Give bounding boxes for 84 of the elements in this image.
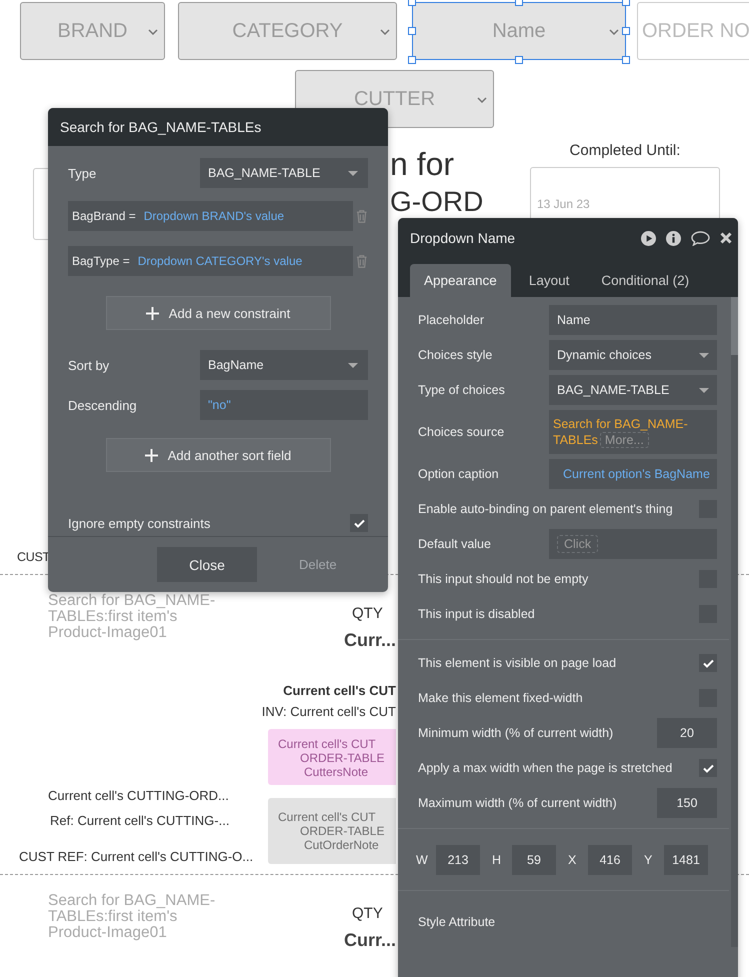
property-label: Apply a max width when the page is stretched: [418, 761, 672, 775]
page-heading: G-ORD: [390, 186, 484, 218]
chevron-icon: [148, 29, 158, 35]
note-box: Current cell's CUT ORDER-TABLE CuttersNote: [268, 729, 396, 785]
sort-select[interactable]: BagName: [200, 350, 368, 380]
field-label: Sort by: [68, 358, 110, 372]
placeholder-field[interactable]: Name: [549, 305, 717, 335]
order-number-field[interactable]: ORDER NO: [637, 2, 749, 60]
check-icon: [702, 658, 714, 668]
play-icon[interactable]: [641, 230, 656, 246]
dimension-field[interactable]: 1481: [664, 845, 708, 875]
property-label: Make this element fixed-width: [418, 691, 583, 705]
property-label: Choices style: [418, 348, 492, 362]
chevron-icon: [380, 29, 390, 35]
plus-icon: [146, 306, 159, 320]
property-label: Maximum width (% of current width): [418, 796, 617, 810]
checkbox-label: Ignore empty constraints: [68, 516, 210, 530]
scrollbar-thumb[interactable]: [731, 297, 738, 355]
caret-icon: [348, 362, 358, 368]
chevron-icon: [477, 97, 487, 103]
field-label: Descending: [68, 398, 137, 412]
info-icon[interactable]: [666, 230, 681, 246]
dimension-label: W: [416, 853, 429, 867]
dimension-label: X: [568, 853, 578, 867]
number-field[interactable]: 150: [657, 788, 717, 818]
type-select[interactable]: BAG_NAME-TABLE: [200, 158, 368, 188]
caret-icon: [699, 352, 709, 358]
property-label: This input is disabled: [418, 607, 535, 621]
quantity-label: QTY: [352, 605, 383, 622]
property-label: This input should not be empty: [418, 572, 588, 586]
customer-label: CUST: [17, 550, 50, 564]
section-heading: Style Attribute: [418, 915, 496, 929]
dimension-field[interactable]: 416: [588, 845, 632, 875]
caret-icon: [699, 388, 709, 392]
quantity-value: Curr...: [344, 630, 396, 651]
close-icon[interactable]: [720, 232, 732, 244]
checkbox[interactable]: [699, 654, 717, 672]
property-label: Type of choices: [418, 383, 505, 397]
field-label: Completed Until:: [568, 142, 682, 159]
quantity-label: QTY: [352, 905, 383, 922]
customer-reference-text: CUST REF: Current cell's CUTTING-O...: [19, 849, 254, 864]
caret-icon: [348, 170, 358, 176]
expression-field[interactable]: Search for BAG_NAME-TABLEs More...: [549, 410, 717, 454]
add-constraint-button[interactable]: Add a new constraint: [106, 296, 330, 330]
dimension-field[interactable]: 213: [436, 845, 480, 875]
comment-icon[interactable]: [691, 230, 710, 246]
chevron-icon: [609, 29, 619, 35]
select-field[interactable]: Dynamic choices: [549, 340, 717, 370]
quantity-value: Curr...: [344, 930, 396, 951]
constraint-field[interactable]: BagBrand = Dropdown BRAND's value: [68, 201, 354, 231]
property-label: Option caption: [418, 467, 499, 481]
property-label: Enable auto-binding on parent element's thing: [418, 502, 673, 516]
property-label: Minimum width (% of current width): [418, 726, 614, 740]
check-icon: [354, 518, 364, 528]
tab[interactable]: Layout: [514, 264, 584, 297]
number-field[interactable]: 20: [657, 718, 717, 748]
field-label: Type: [68, 166, 96, 180]
constraint-field[interactable]: BagType = Dropdown CATEGORY's value: [68, 246, 354, 276]
plus-icon: [144, 448, 158, 462]
image-placeholder-text: Search for BAG_NAME-TABLEs:first item's Product-Image01: [48, 593, 216, 641]
property-label: Placeholder: [418, 313, 484, 327]
panel-title: Search for BAG_NAME-TABLEs: [60, 119, 262, 135]
page-heading: n for: [390, 146, 454, 183]
dimension-label: Y: [644, 853, 654, 867]
select-field[interactable]: BAG_NAME-TABLE: [549, 375, 717, 405]
property-label: This element is visible on page load: [418, 656, 616, 670]
dimension-label: H: [492, 853, 502, 867]
note-box: Current cell's CUT ORDER-TABLE CutOrderNote: [268, 798, 396, 864]
checkbox[interactable]: [699, 759, 717, 777]
invoice-text: INV: Current cell's CUT: [262, 704, 396, 719]
order-title: Current cell's CUT: [283, 683, 396, 698]
property-label: Choices source: [418, 425, 504, 439]
add-sort-button[interactable]: Add another sort field: [106, 438, 330, 472]
tab[interactable]: Conditional (2): [587, 264, 704, 297]
reference-text: Ref: Current cell's CUTTING-...: [50, 813, 230, 828]
dimension-field[interactable]: 59: [512, 845, 556, 875]
panel-title: Dropdown Name: [410, 230, 516, 246]
property-label: Default value: [418, 537, 491, 551]
image-placeholder-text: Search for BAG_NAME-TABLEs:first item's Product-Image01: [48, 893, 216, 941]
tab[interactable]: Appearance: [410, 264, 511, 297]
close-button[interactable]: Close: [157, 547, 257, 582]
checkbox[interactable]: [350, 514, 368, 532]
check-icon: [702, 764, 714, 772]
order-text: Current cell's CUTTING-ORD...: [48, 788, 229, 803]
